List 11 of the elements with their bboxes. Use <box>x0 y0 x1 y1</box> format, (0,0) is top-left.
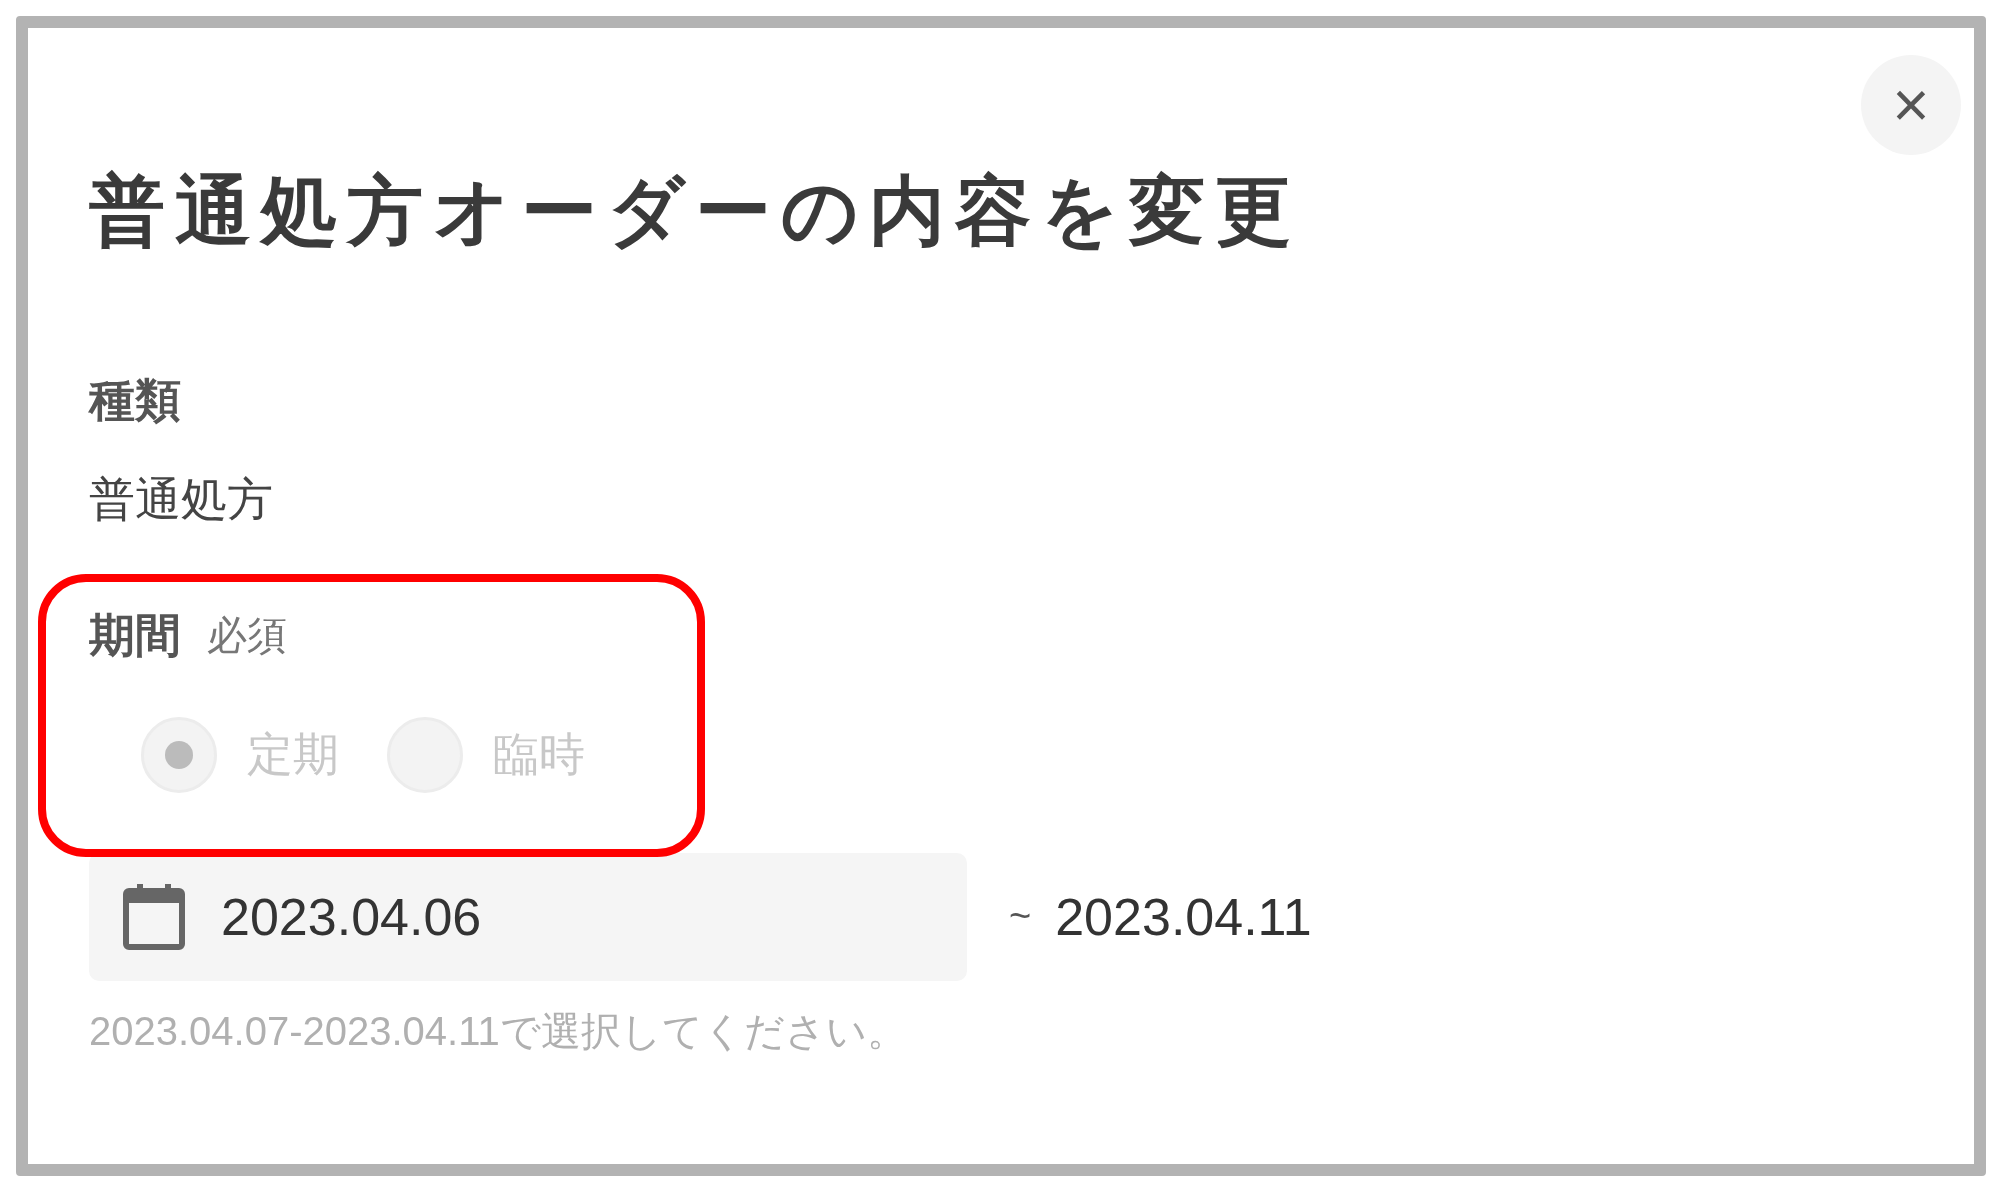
field-value: 普通処方 <box>89 472 273 528</box>
calendar-icon <box>123 883 185 950</box>
close-button[interactable]: × <box>1861 55 1961 155</box>
required-tag: 必須 <box>207 611 287 660</box>
hint-text: 2023.04.07-2023.04.11で選択してください。 <box>89 1007 907 1055</box>
end-date: 2023.04.11 <box>1055 886 1312 948</box>
field-label: 期間 <box>89 607 181 663</box>
range-separator: ~ <box>1009 894 1032 940</box>
start-date: 2023.04.06 <box>221 886 482 948</box>
dialog-title: 普通処方オーダーの内容を変更 <box>89 167 1301 255</box>
field-label: 種類 <box>89 373 181 429</box>
